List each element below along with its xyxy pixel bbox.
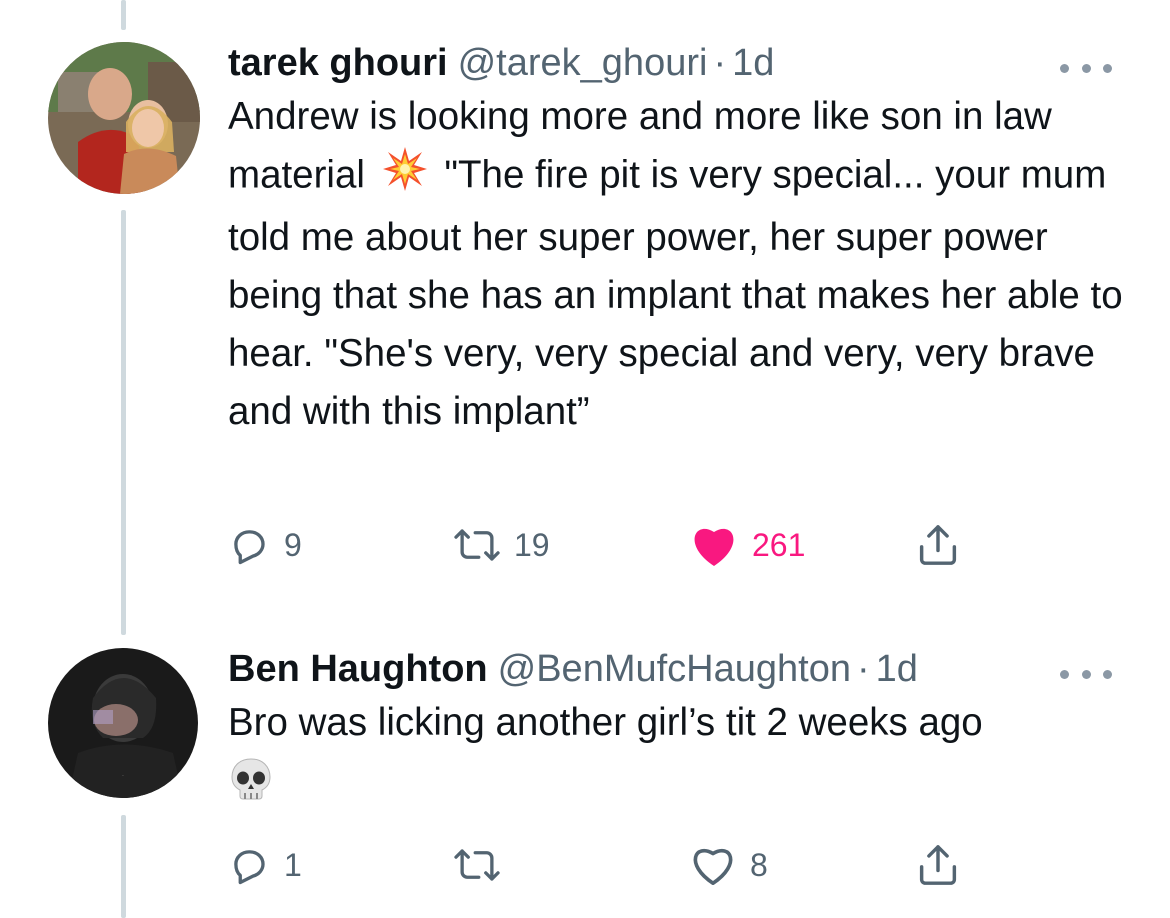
heart-filled-icon bbox=[694, 528, 734, 566]
retweet-count: 19 bbox=[514, 526, 550, 563]
tweet-header: Ben Haughton @BenMufcHaughton · 1d bbox=[228, 646, 1130, 692]
like-button[interactable]: 261 bbox=[690, 515, 805, 575]
retweet-button[interactable] bbox=[454, 835, 514, 895]
more-options-icon[interactable] bbox=[1060, 60, 1112, 76]
reply-count: 9 bbox=[284, 526, 302, 563]
share-button[interactable] bbox=[918, 835, 958, 895]
display-name[interactable]: tarek ghouri bbox=[228, 40, 448, 86]
separator-dot: · bbox=[856, 648, 870, 690]
tweet-text-part-1: Bro was licking another girl’s tit 2 wee… bbox=[228, 701, 983, 744]
retweet-button[interactable]: 19 bbox=[454, 515, 550, 575]
svg-text:.: . bbox=[122, 770, 124, 778]
display-name[interactable]: Ben Haughton bbox=[228, 646, 488, 692]
skull-emoji-icon bbox=[228, 756, 274, 819]
timestamp[interactable]: 1d bbox=[876, 646, 918, 692]
reply-button[interactable]: 1 bbox=[228, 835, 302, 895]
avatar[interactable] bbox=[48, 42, 200, 194]
collision-emoji-icon bbox=[382, 146, 428, 209]
tweet-header: tarek ghouri @tarek_ghouri · 1d bbox=[228, 40, 1130, 86]
more-options-icon[interactable] bbox=[1060, 666, 1112, 682]
user-handle[interactable]: @BenMufcHaughton bbox=[498, 646, 851, 692]
retweet-icon bbox=[454, 849, 500, 881]
separator-dot: · bbox=[713, 42, 727, 84]
timestamp[interactable]: 1d bbox=[732, 40, 774, 86]
tweet-text: Andrew is looking more and more like son… bbox=[228, 88, 1130, 441]
tweet-tarek-ghouri[interactable]: tarek ghouri @tarek_ghouri · 1d Andrew i… bbox=[0, 0, 1170, 620]
like-button[interactable]: 8 bbox=[690, 835, 768, 895]
heart-outline-icon bbox=[693, 848, 733, 886]
retweet-icon bbox=[454, 529, 500, 561]
share-button[interactable] bbox=[918, 515, 958, 575]
share-icon bbox=[919, 845, 957, 885]
reply-button[interactable]: 9 bbox=[228, 515, 302, 575]
avatar[interactable]: . bbox=[48, 648, 198, 798]
reply-icon bbox=[234, 530, 265, 565]
tweet-ben-haughton[interactable]: . Ben Haughton @BenMufcHaughton · 1d Bro… bbox=[0, 630, 1170, 918]
reply-count: 1 bbox=[284, 846, 302, 883]
like-count: 261 bbox=[752, 526, 806, 563]
like-count: 8 bbox=[750, 846, 768, 883]
tweet-text: Bro was licking another girl’s tit 2 wee… bbox=[228, 694, 1130, 819]
reply-icon bbox=[234, 850, 265, 885]
user-handle[interactable]: @tarek_ghouri bbox=[458, 40, 708, 86]
share-icon bbox=[919, 525, 957, 565]
